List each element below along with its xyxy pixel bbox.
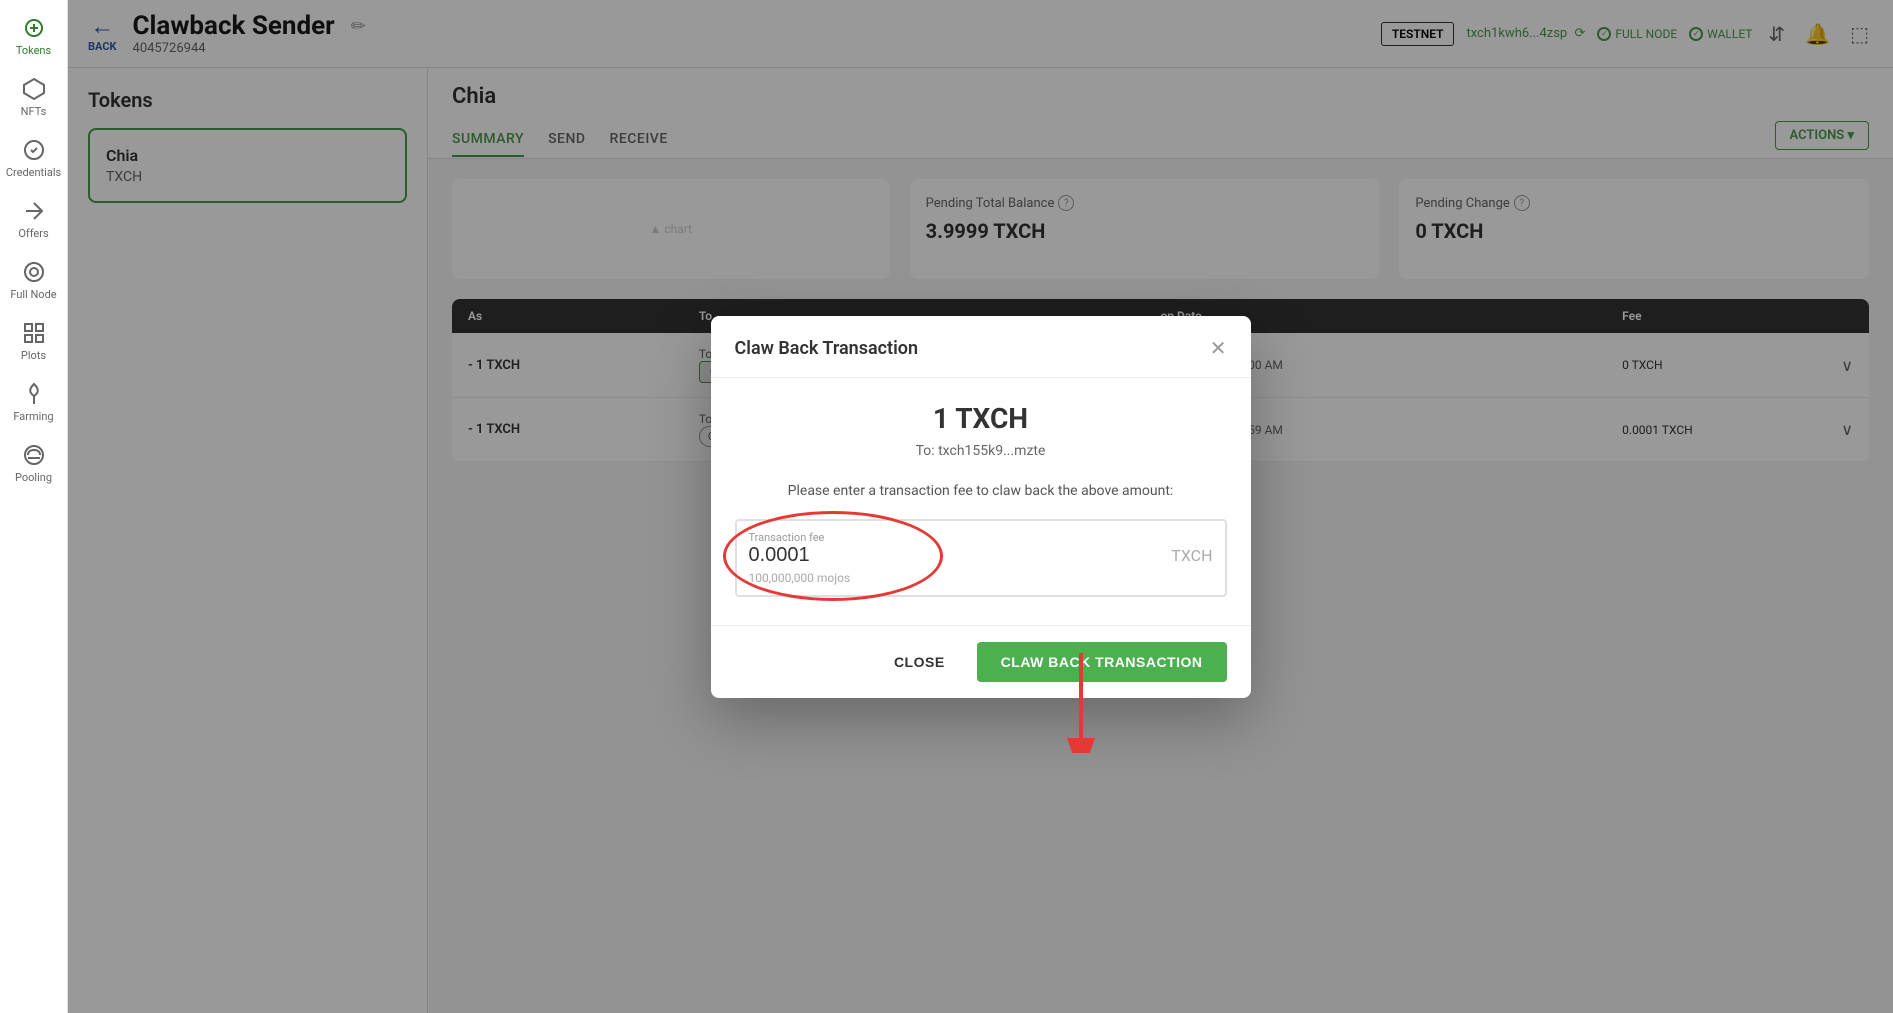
modal-title: Claw Back Transaction	[735, 338, 919, 359]
sidebar-item-pooling[interactable]: Pooling	[0, 435, 67, 492]
fee-row: TXCH	[749, 544, 1213, 567]
claw-back-modal: Claw Back Transaction ✕ 1 TXCH To: txch1…	[711, 316, 1251, 698]
fee-input[interactable]	[749, 544, 949, 567]
sidebar-item-credentials[interactable]: Credentials	[0, 130, 67, 187]
sidebar-label-offers: Offers	[18, 227, 48, 240]
sidebar-item-nfts[interactable]: NFTs	[0, 69, 67, 126]
modal-description: Please enter a transaction fee to claw b…	[735, 483, 1227, 499]
sidebar-item-tokens[interactable]: Tokens	[0, 8, 67, 65]
fee-label: Transaction fee	[749, 531, 1213, 544]
modal-close-button[interactable]: ✕	[1210, 336, 1227, 361]
fee-input-container: Transaction fee TXCH 100,000,000 mojos	[735, 519, 1227, 597]
sidebar-item-fullnode[interactable]: Full Node	[0, 252, 67, 309]
modal-body: 1 TXCH To: txch155k9...mzte Please enter…	[711, 378, 1251, 625]
modal-header: Claw Back Transaction ✕	[711, 316, 1251, 378]
sidebar-label-tokens: Tokens	[16, 44, 51, 57]
main-content: ← BACK Clawback Sender ✏ 4045726944 TEST…	[68, 0, 1893, 1013]
sidebar-label-pooling: Pooling	[15, 471, 52, 484]
modal-footer: CLOSE CLAW BACK TRANSACTION	[711, 625, 1251, 698]
modal-amount: 1 TXCH	[735, 402, 1227, 435]
sidebar-item-plots[interactable]: Plots	[0, 313, 67, 370]
fee-input-area: Transaction fee TXCH 100,000,000 mojos	[735, 519, 1227, 597]
modal-to: To: txch155k9...mzte	[735, 443, 1227, 459]
sidebar-label-fullnode: Full Node	[10, 288, 56, 301]
sidebar-label-credentials: Credentials	[6, 166, 61, 179]
sidebar: Tokens NFTs Credentials Offers Full Node	[0, 0, 68, 1013]
sidebar-label-farming: Farming	[13, 410, 53, 423]
close-button[interactable]: CLOSE	[878, 646, 961, 678]
fee-currency: TXCH	[1171, 546, 1212, 565]
claw-back-transaction-button[interactable]: CLAW BACK TRANSACTION	[977, 642, 1227, 682]
sidebar-label-plots: Plots	[21, 349, 46, 362]
sidebar-item-offers[interactable]: Offers	[0, 191, 67, 248]
fee-hint: 100,000,000 mojos	[749, 571, 1213, 585]
sidebar-label-nfts: NFTs	[21, 105, 47, 118]
modal-overlay[interactable]: Claw Back Transaction ✕ 1 TXCH To: txch1…	[68, 0, 1893, 1013]
sidebar-item-farming[interactable]: Farming	[0, 374, 67, 431]
